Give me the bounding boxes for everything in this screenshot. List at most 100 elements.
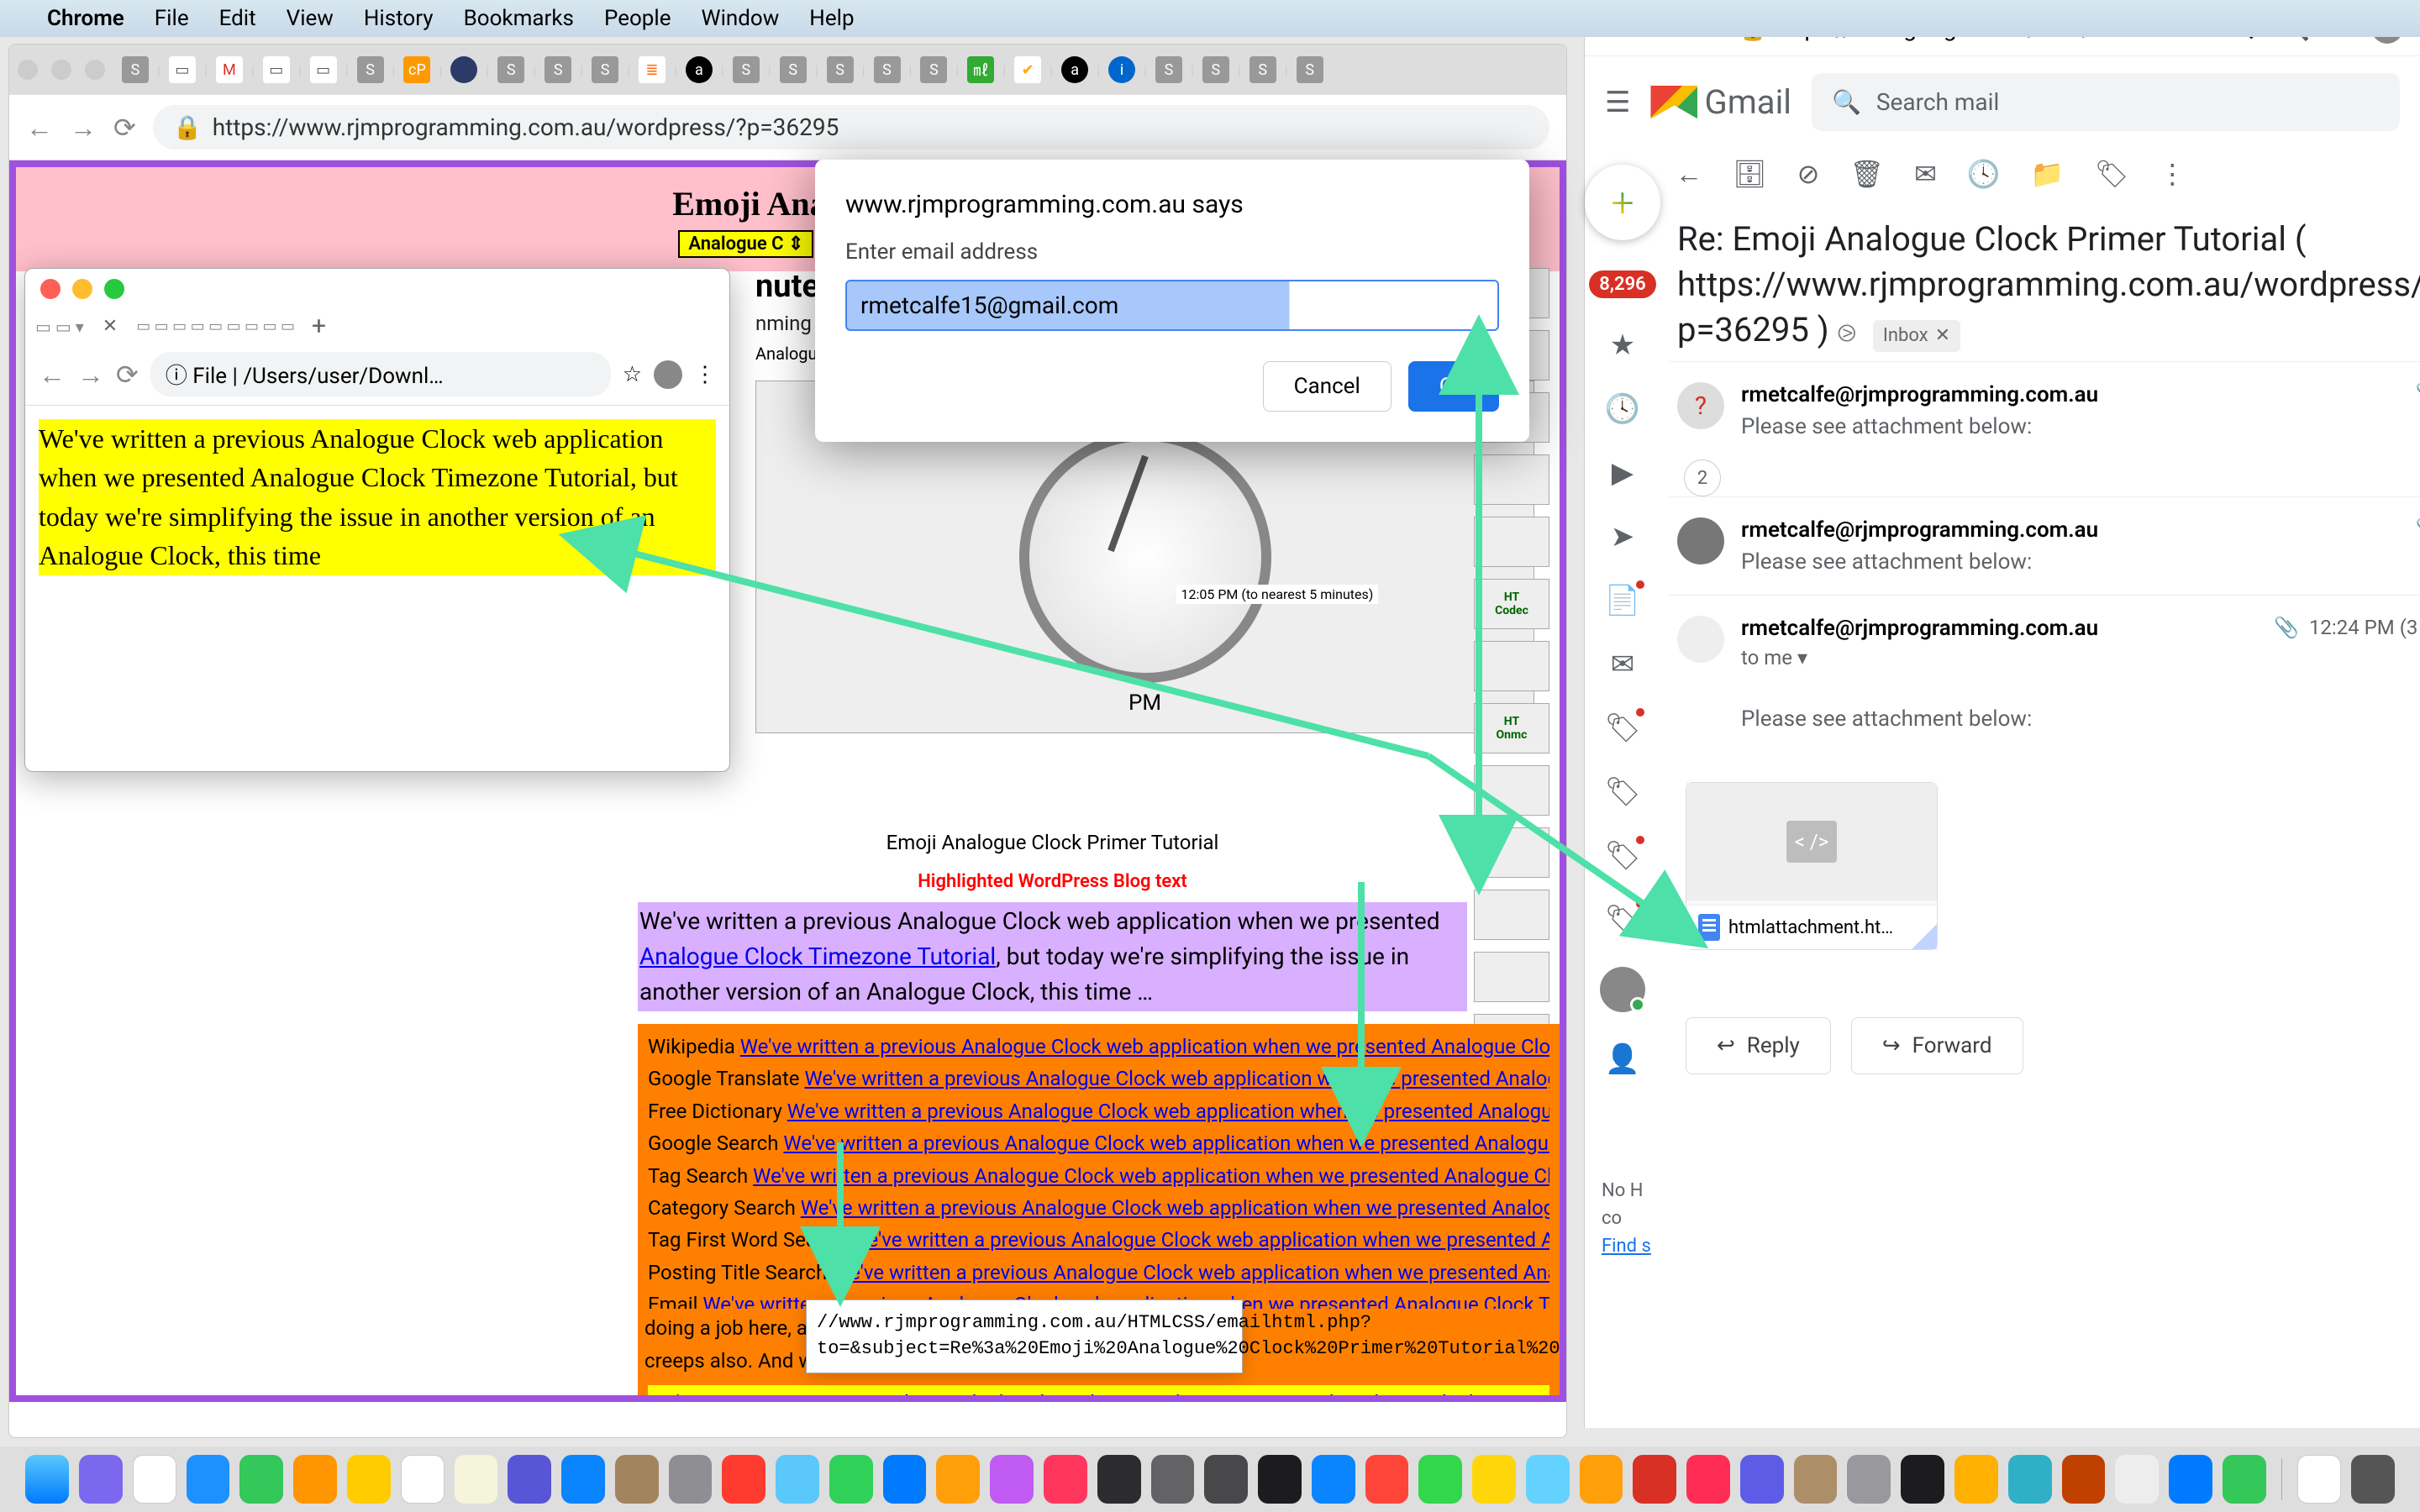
downloads-icon[interactable] bbox=[2297, 1455, 2341, 1504]
dock-app-icon[interactable] bbox=[1365, 1455, 1409, 1504]
inbox-count-badge[interactable]: 8,296 bbox=[1589, 270, 1655, 298]
ibooks-icon[interactable] bbox=[293, 1455, 337, 1504]
tab-icon[interactable]: S bbox=[920, 56, 947, 83]
menu-file[interactable]: File bbox=[155, 6, 189, 31]
appstore-icon[interactable] bbox=[561, 1455, 605, 1504]
xcode-icon[interactable] bbox=[1312, 1455, 1355, 1504]
reload-icon[interactable]: ⟳ bbox=[113, 112, 136, 144]
archive-icon[interactable]: 🗄 bbox=[1733, 158, 1767, 190]
dock-app-icon[interactable] bbox=[990, 1455, 1034, 1504]
dock-app-icon[interactable] bbox=[2115, 1455, 2159, 1504]
traffic-min[interactable] bbox=[51, 60, 71, 80]
drafts-icon[interactable]: 📄 bbox=[1606, 584, 1639, 617]
menu-history[interactable]: History bbox=[364, 6, 434, 31]
mail-icon[interactable] bbox=[187, 1455, 230, 1504]
tab-gmail-icon[interactable]: M bbox=[216, 56, 243, 83]
siri-icon[interactable] bbox=[79, 1455, 123, 1504]
all-mail-icon[interactable]: ✉ bbox=[1606, 648, 1639, 681]
messages-icon[interactable] bbox=[239, 1455, 283, 1504]
opera-icon[interactable] bbox=[1686, 1455, 1730, 1504]
tab-icon[interactable]: S bbox=[1155, 56, 1182, 83]
tab-icon[interactable]: S bbox=[122, 56, 149, 83]
tab-icon[interactable]: S bbox=[1202, 56, 1229, 83]
reply-button[interactable]: ↩Reply bbox=[1686, 1017, 1831, 1074]
close-icon[interactable]: ✕ bbox=[103, 316, 118, 337]
tab-icon[interactable]: S bbox=[497, 56, 524, 83]
tab-icon[interactable]: S bbox=[544, 56, 571, 83]
dock-app-icon[interactable] bbox=[1954, 1455, 1998, 1504]
compose-button[interactable]: + bbox=[1585, 165, 1660, 240]
dock-app-icon[interactable] bbox=[1097, 1455, 1141, 1504]
dock-app-icon[interactable] bbox=[1044, 1455, 1087, 1504]
dock-app-icon[interactable] bbox=[1901, 1455, 1944, 1504]
url-field[interactable]: 🔒 https://www.rjmprogramming.com.au/word… bbox=[153, 105, 1549, 150]
dock-app-icon[interactable] bbox=[776, 1455, 819, 1504]
tab-icon[interactable]: S bbox=[1297, 56, 1323, 83]
tab-check-icon[interactable]: ✔ bbox=[1014, 56, 1041, 83]
category-icon[interactable]: 🏷 bbox=[1606, 711, 1639, 745]
thumb[interactable]: HTCodec bbox=[1474, 579, 1549, 629]
message-summary[interactable]: rmetcalfe@rjmprogramming.com.au Please s… bbox=[1669, 496, 2420, 595]
dialog-input[interactable] bbox=[845, 280, 1499, 331]
starred-icon[interactable]: ★ bbox=[1606, 328, 1639, 362]
tab-cpanel-icon[interactable]: cP bbox=[403, 56, 430, 83]
reload-icon[interactable]: ⟳ bbox=[116, 359, 139, 391]
back-to-inbox-icon[interactable]: ← bbox=[1676, 158, 1702, 190]
dock-app-icon[interactable] bbox=[883, 1455, 927, 1504]
thumb[interactable] bbox=[1474, 890, 1549, 940]
star-icon[interactable]: ☆ bbox=[623, 362, 642, 387]
dock-app-icon[interactable] bbox=[1740, 1455, 1784, 1504]
labels-icon[interactable]: 🏷 bbox=[2095, 158, 2129, 190]
tab-icon[interactable] bbox=[450, 56, 477, 83]
traffic-close[interactable] bbox=[40, 279, 60, 299]
category-icon[interactable]: 🏷 bbox=[1606, 775, 1639, 809]
tab-icon[interactable]: S bbox=[827, 56, 854, 83]
inner-url-field[interactable]: ⓘ File | /Users/user/Downl… bbox=[150, 352, 611, 396]
tab-icon[interactable]: S bbox=[357, 56, 384, 83]
ok-button[interactable]: OK bbox=[1408, 361, 1499, 412]
hamburger-icon[interactable]: ☰ bbox=[1605, 86, 1630, 119]
menu-bookmarks[interactable]: Bookmarks bbox=[464, 6, 574, 31]
dock-app-icon[interactable] bbox=[2169, 1455, 2212, 1504]
thumb[interactable] bbox=[1474, 641, 1549, 691]
new-tab-button[interactable]: + bbox=[300, 312, 338, 341]
tab-icon[interactable]: a bbox=[1061, 56, 1088, 83]
dock-app-icon[interactable] bbox=[722, 1455, 765, 1504]
close-icon[interactable]: ✕ bbox=[1935, 323, 1950, 349]
dock-app-icon[interactable] bbox=[1580, 1455, 1623, 1504]
attachment-card[interactable]: < /> htmlattachment.ht… bbox=[1686, 782, 1938, 950]
snooze-icon[interactable]: 🕓 bbox=[1967, 158, 2001, 190]
dock-app-icon[interactable] bbox=[829, 1455, 873, 1504]
menu-view[interactable]: View bbox=[287, 6, 334, 31]
important-icon[interactable]: ▶ bbox=[1606, 456, 1639, 490]
thumb[interactable] bbox=[1474, 952, 1549, 1002]
tab-info-icon[interactable]: i bbox=[1108, 56, 1135, 83]
tab-icon[interactable]: S bbox=[780, 56, 807, 83]
cancel-button[interactable]: Cancel bbox=[1263, 361, 1392, 412]
more-icon[interactable]: ⋮ bbox=[2159, 158, 2186, 190]
snoozed-icon[interactable]: 🕓 bbox=[1606, 392, 1639, 426]
thumb[interactable] bbox=[1474, 827, 1549, 878]
forward-icon[interactable]: → bbox=[70, 112, 97, 144]
inner-active-tab[interactable]: ✕ bbox=[89, 309, 131, 344]
traffic-max[interactable] bbox=[104, 279, 124, 299]
dock-app-icon[interactable] bbox=[2223, 1455, 2266, 1504]
thumb[interactable] bbox=[1474, 517, 1549, 567]
tab-icon[interactable]: S bbox=[874, 56, 901, 83]
reminders-icon[interactable] bbox=[455, 1455, 498, 1504]
dock-app-icon[interactable] bbox=[1418, 1455, 1462, 1504]
calendar-icon[interactable] bbox=[401, 1455, 445, 1504]
dock-app-icon[interactable] bbox=[2062, 1455, 2106, 1504]
filezilla-icon[interactable] bbox=[1633, 1455, 1676, 1504]
menubar-app[interactable]: Chrome bbox=[47, 6, 124, 31]
thumb[interactable] bbox=[1474, 765, 1549, 816]
menu-window[interactable]: Window bbox=[702, 6, 780, 31]
collapsed-count[interactable]: 2 bbox=[1684, 459, 1721, 496]
profile-avatar[interactable] bbox=[654, 360, 682, 389]
menu-people[interactable]: People bbox=[604, 6, 671, 31]
tab-icon[interactable]: ▭ bbox=[263, 56, 290, 83]
tab-icon[interactable]: ▭ bbox=[310, 56, 337, 83]
spam-icon[interactable]: ⊘ bbox=[1797, 158, 1820, 190]
thumb[interactable] bbox=[1474, 454, 1549, 505]
kebab-icon[interactable]: ⋮ bbox=[694, 362, 716, 387]
